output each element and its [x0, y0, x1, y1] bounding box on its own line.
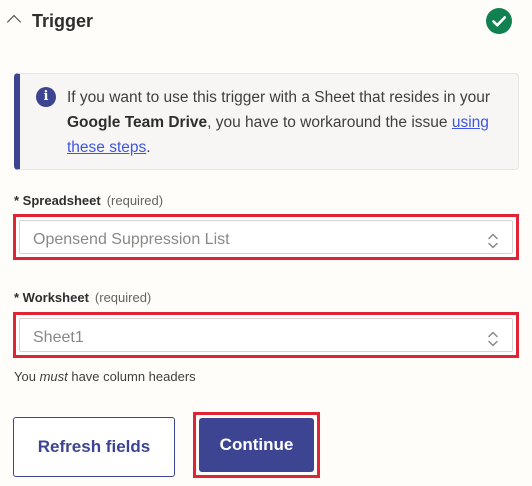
info-message: If you want to use this trigger with a S… [67, 85, 512, 160]
info-text-bold: Google Team Drive [67, 114, 208, 131]
hint-text-start: You [14, 369, 40, 384]
spreadsheet-selected-value: Opensend Suppression List [33, 231, 230, 248]
up-down-chevron-icon [488, 331, 498, 347]
hint-text-emphasis: must [39, 369, 68, 384]
worksheet-required-tag: (required) [94, 290, 152, 305]
check-circle-icon [486, 8, 512, 34]
section-title: Trigger [32, 11, 94, 31]
up-down-chevron-icon [488, 233, 498, 249]
continue-button[interactable]: Continue [199, 418, 314, 472]
team-drive-info-banner: i If you want to use this trigger with a… [14, 73, 519, 170]
chevron-up-icon[interactable] [6, 14, 22, 30]
spreadsheet-label-text: * Spreadsheet [14, 193, 101, 208]
hint-text-end: have column headers [67, 369, 196, 384]
worksheet-label: * Worksheet (required) [14, 290, 151, 305]
worksheet-select[interactable]: Sheet1 [13, 312, 519, 358]
info-text-end: . [146, 139, 151, 156]
info-icon: i [36, 87, 56, 107]
spreadsheet-label: * Spreadsheet (required) [14, 193, 163, 208]
worksheet-selected-value: Sheet1 [33, 329, 84, 346]
column-headers-hint: You must have column headers [14, 369, 196, 384]
spreadsheet-select[interactable]: Opensend Suppression List [13, 214, 519, 260]
info-text-start: If you want to use this trigger with a S… [67, 89, 491, 106]
trigger-section-header[interactable]: Trigger [0, 0, 532, 44]
continue-button-highlight: Continue [193, 412, 320, 478]
spreadsheet-required-tag: (required) [106, 193, 164, 208]
worksheet-label-text: * Worksheet [14, 290, 89, 305]
refresh-fields-button[interactable]: Refresh fields [13, 417, 175, 477]
info-text-middle: , you have to workaround the issue [207, 114, 452, 131]
